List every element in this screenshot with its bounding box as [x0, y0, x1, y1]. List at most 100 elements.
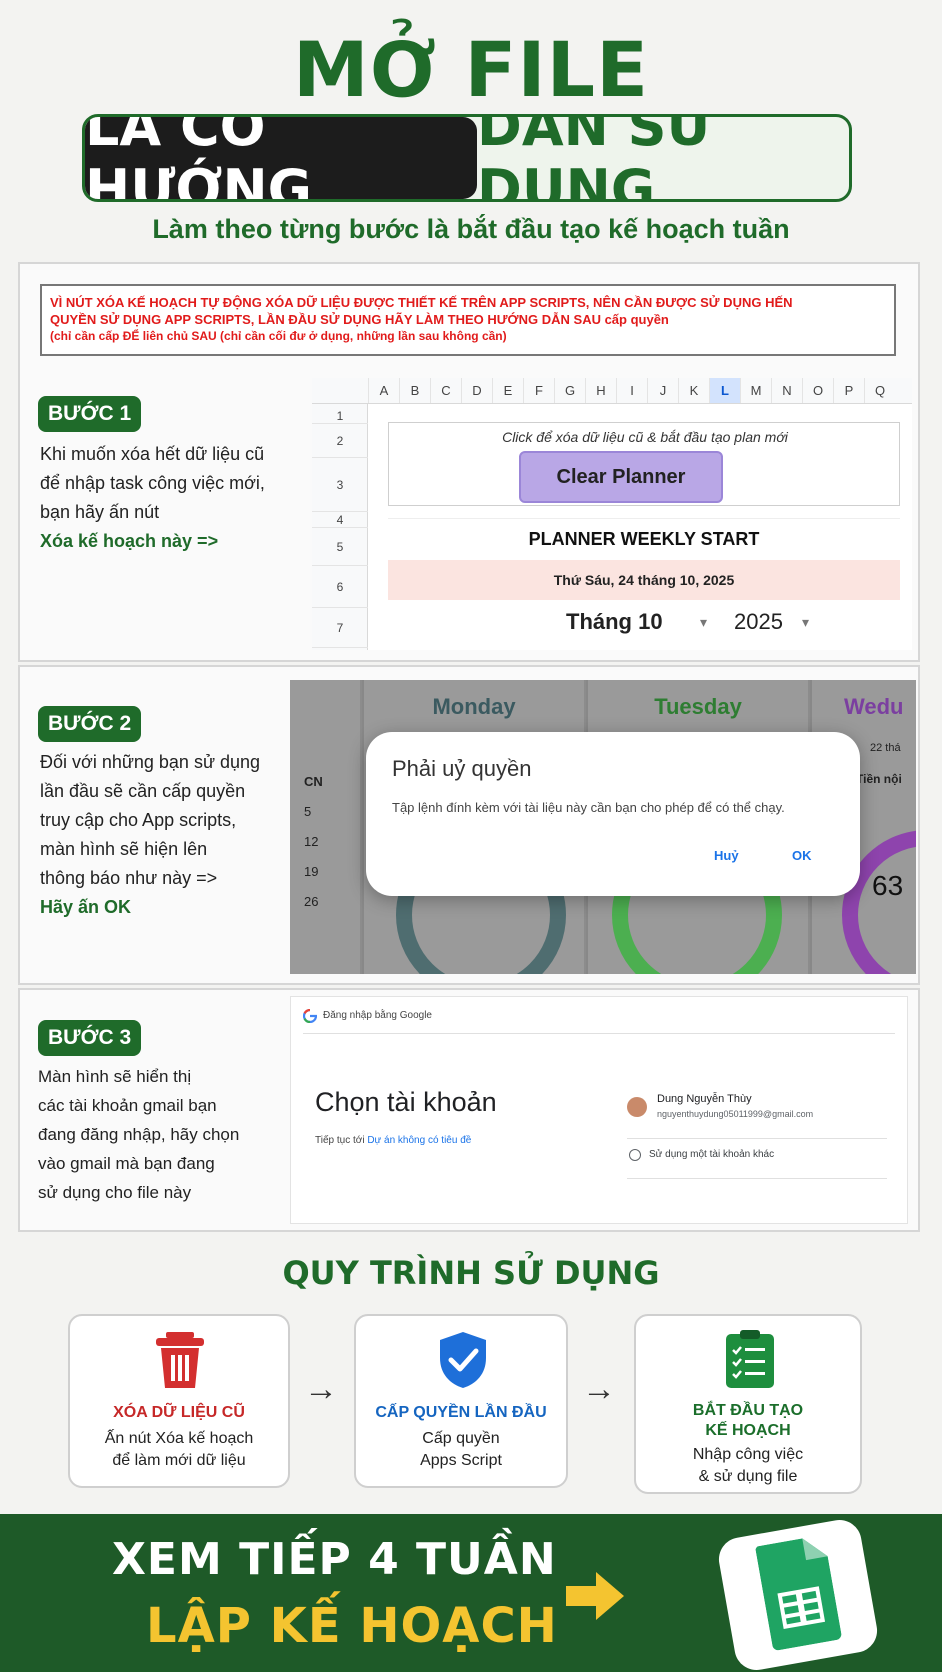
col-p[interactable]: P [833, 378, 864, 403]
warning-line2: QUYỀN SỬ DỤNG APP SCRIPTS, LẦN ĐẦU SỬ DỤ… [50, 312, 669, 327]
row-1[interactable]: 1 [312, 408, 368, 424]
shield-check-icon [440, 1332, 486, 1388]
planner-date: Thứ Sáu, 24 tháng 10, 2025 [388, 560, 900, 600]
account-name: Dung Nguyễn Thùy [657, 1093, 752, 1105]
person-icon [629, 1149, 641, 1161]
step3-line4: vào gmail mà bạn đang [38, 1154, 215, 1173]
wednesday-label: Tiền nội [856, 772, 902, 786]
card3-desc2: & sử dụng file [698, 1468, 798, 1485]
use-other-account: Sử dụng một tài khoản khác [649, 1149, 775, 1160]
footer-line1: XEM TIẾP 4 TUẦN [112, 1534, 557, 1585]
google-sheets-icon [755, 1538, 842, 1651]
row-3[interactable]: 3 [312, 458, 368, 512]
column-header-row: A B C D E F G H I J K L M N O P Q [312, 378, 912, 404]
dialog-cancel-button[interactable]: Huỷ [714, 848, 739, 863]
tuesday-title: Tuesday [654, 694, 742, 719]
month-select[interactable]: Tháng 10 [566, 602, 663, 642]
step3-line5: sử dụng cho file này [38, 1183, 192, 1202]
corner-cell[interactable] [312, 378, 368, 403]
use-other-account-row[interactable]: Sử dụng một tài khoản khác [627, 1147, 887, 1179]
col-h[interactable]: H [585, 378, 616, 403]
process-title: QUY TRÌNH SỬ DỤNG [282, 1254, 660, 1292]
wednesday-title: Wedu [844, 694, 904, 719]
row-label-cn: CN [304, 774, 323, 789]
footer-line2: LẬP KẾ HOẠCH [146, 1598, 558, 1654]
card2-desc2: Apps Script [420, 1452, 502, 1469]
dialog-title: Phải uỷ quyền [392, 756, 532, 781]
avatar [627, 1097, 647, 1117]
col-e[interactable]: E [492, 378, 523, 403]
dialog-body: Tập lệnh đính kèm với tài liệu này cần b… [392, 800, 785, 815]
card3-desc1: Nhập công việc [692, 1446, 804, 1463]
row-2[interactable]: 2 [312, 424, 368, 458]
card1-desc1: Ấn nút Xóa kế hoạch [104, 1430, 254, 1447]
row-4[interactable]: 4 [312, 512, 368, 528]
step1-badge: BƯỚC 1 [38, 396, 142, 432]
title-dark: LÀ CÓ HƯỚNG [85, 117, 477, 199]
col-c[interactable]: C [430, 378, 461, 403]
col-q[interactable]: Q [864, 378, 895, 403]
card1-desc2: để làm mới dữ liệu [112, 1452, 246, 1469]
col-b[interactable]: B [399, 378, 430, 403]
row-5[interactable]: 5 [312, 528, 368, 566]
card3-title2: KẾ HOẠCH [705, 1422, 791, 1439]
choose-account-title: Chọn tài khoản [315, 1087, 497, 1117]
col-k[interactable]: K [678, 378, 709, 403]
title-light: DẪN SỬ DỤNG [477, 114, 712, 202]
authorization-dialog: Phải uỷ quyền Tập lệnh đính kèm với tài … [366, 732, 860, 896]
step1-line1: Khi muốn xóa hết dữ liệu cũ [40, 444, 265, 464]
subtitle: Làm theo từng bước là bắt đầu tạo kế hoạ… [152, 214, 790, 244]
dialog-ok-button[interactable]: OK [792, 848, 812, 863]
continue-prefix: Tiếp tục tới [315, 1135, 368, 1146]
col-f[interactable]: F [523, 378, 554, 403]
trash-icon [156, 1332, 204, 1388]
col-m[interactable]: M [740, 378, 771, 403]
col-l-selected[interactable]: L [709, 378, 740, 403]
warning-line3: (chỉ cần cấp ĐỂ liên chủ SAU (chỉ cần cố… [50, 329, 507, 343]
account-email: nguyenthuydung05011999@gmail.com [657, 1109, 814, 1119]
row-num-26: 26 [304, 894, 319, 909]
col-g[interactable]: G [554, 378, 585, 403]
step1-line2: để nhập task công việc mới, [40, 473, 265, 493]
continue-to-text: Tiếp tục tới Dự án không có tiêu đề [315, 1135, 471, 1146]
step2-text: Đối với những bạn sử dụng lần đầu sẽ cần… [40, 748, 290, 922]
warning-line1: VÌ NÚT XÓA KẾ HOẠCH TỰ ĐỘNG XÓA DỮ LIỆU … [50, 295, 793, 310]
year-dropdown-icon[interactable]: ▾ [802, 602, 809, 642]
step3-line1: Màn hình sẽ hiển thị [38, 1067, 192, 1086]
clear-planner-box: Click để xóa dữ liệu cũ & bắt đầu tạo pl… [388, 422, 900, 506]
step1-line3: bạn hãy ấn nút [40, 502, 160, 522]
row-7[interactable]: 7 [312, 608, 368, 648]
card2-desc1: Cấp quyền [422, 1430, 500, 1447]
col-o[interactable]: O [802, 378, 833, 403]
google-logo-icon [303, 1009, 317, 1023]
clear-planner-button[interactable]: Clear Planner [519, 451, 723, 503]
step2-line2: lần đầu sẽ cần cấp quyền [40, 781, 246, 801]
col-j[interactable]: J [647, 378, 678, 403]
year-select[interactable]: 2025 [734, 602, 783, 642]
title-banner: LÀ CÓ HƯỚNG DẪN SỬ DỤNG [82, 114, 852, 202]
google-header-divider [303, 1033, 895, 1034]
project-link[interactable]: Dự án không có tiêu đề [367, 1135, 471, 1146]
month-dropdown-icon[interactable]: ▾ [700, 602, 707, 642]
calendar-side: CN 5 12 19 26 [290, 680, 360, 974]
warning-box: VÌ NÚT XÓA KẾ HOẠCH TỰ ĐỘNG XÓA DỮ LIỆU … [40, 284, 896, 356]
planner-title: PLANNER WEEKLY START [388, 518, 900, 558]
process-card-start: BẮT ĐẦU TẠO KẾ HOẠCH Nhập công việc & sử… [634, 1314, 862, 1494]
row-6[interactable]: 6 [312, 566, 368, 608]
col-d[interactable]: D [461, 378, 492, 403]
sheets-app-tile[interactable] [715, 1516, 881, 1672]
col-a[interactable]: A [368, 378, 399, 403]
card1-title: XÓA DỮ LIỆU CŨ [113, 1404, 245, 1421]
row-header-column: 1 2 3 4 5 6 7 [312, 404, 368, 650]
step2-badge: BƯỚC 2 [38, 706, 142, 742]
col-n[interactable]: N [771, 378, 802, 403]
arrow-right-icon: → [304, 1370, 338, 1408]
process-card-delete: XÓA DỮ LIỆU CŨ Ấn nút Xóa kế hoạch để là… [68, 1314, 290, 1488]
step2-line3: truy cập cho App scripts, [40, 810, 237, 830]
row-num-5: 5 [304, 804, 312, 819]
col-i[interactable]: I [616, 378, 647, 403]
account-row[interactable]: Dung Nguyễn Thùy nguyenthuydung05011999@… [627, 1091, 887, 1139]
title-top: MỞ FILE [292, 25, 649, 114]
step1-text: Khi muốn xóa hết dữ liệu cũ để nhập task… [40, 440, 300, 556]
month-year-row: Tháng 10 ▾ 2025 ▾ [388, 602, 900, 642]
